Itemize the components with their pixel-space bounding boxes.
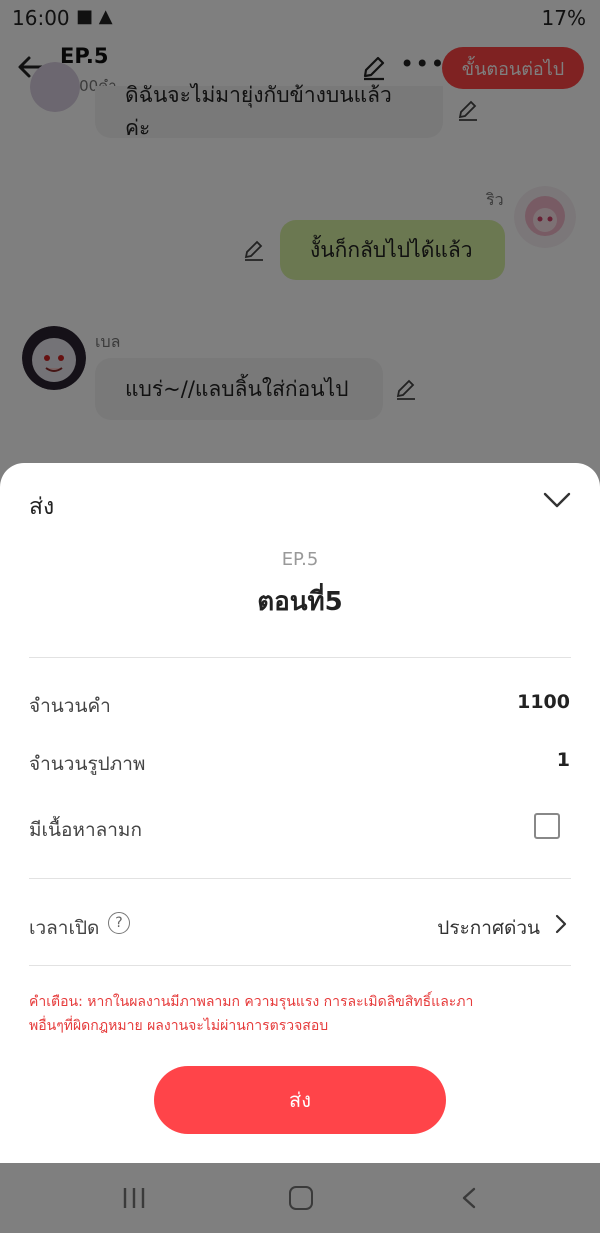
- content-warning: คำเตือน: หากในผลงานมีภาพลามก ความรุนแรง …: [29, 990, 574, 1038]
- image-count-label: จำนวนรูปภาพ: [29, 753, 146, 775]
- divider: [29, 878, 571, 879]
- divider: [29, 657, 571, 658]
- warning-line: คำเตือน: หากในผลงานมีภาพลามก ความรุนแรง …: [29, 994, 474, 1010]
- help-icon[interactable]: ?: [108, 912, 130, 934]
- chapter-title: ตอนที่5: [257, 587, 343, 617]
- warning-line: พอื่นๆที่ผิดกฎหมาย ผลงานจะไม่ผ่านการตรวจ…: [29, 1018, 329, 1034]
- system-nav-bar: [0, 1163, 600, 1233]
- episode-label: EP.5: [281, 549, 319, 570]
- recent-apps-icon[interactable]: [122, 1187, 146, 1209]
- chevron-down-icon[interactable]: [540, 483, 574, 517]
- home-icon[interactable]: [289, 1186, 313, 1210]
- publish-time-value[interactable]: ประกาศด่วน: [437, 913, 540, 943]
- submit-bottom-sheet: ส่ง EP.5 ตอนที่5 จำนวนคำ 1100 จำนวนรูปภา…: [0, 463, 600, 1163]
- divider: [29, 965, 571, 966]
- sheet-title: ส่ง: [29, 494, 55, 520]
- nav-back-icon[interactable]: [460, 1187, 478, 1209]
- adult-content-label: มีเนื้อหาลามก: [29, 819, 142, 841]
- image-count-value: 1: [556, 749, 570, 771]
- send-button[interactable]: ส่ง: [154, 1066, 446, 1134]
- word-count-label: จำนวนคำ: [29, 695, 111, 717]
- adult-content-checkbox[interactable]: [534, 813, 560, 839]
- publish-time-label: เวลาเปิด: [29, 917, 100, 939]
- chevron-right-icon[interactable]: [553, 913, 569, 935]
- word-count-value: 1100: [517, 691, 570, 713]
